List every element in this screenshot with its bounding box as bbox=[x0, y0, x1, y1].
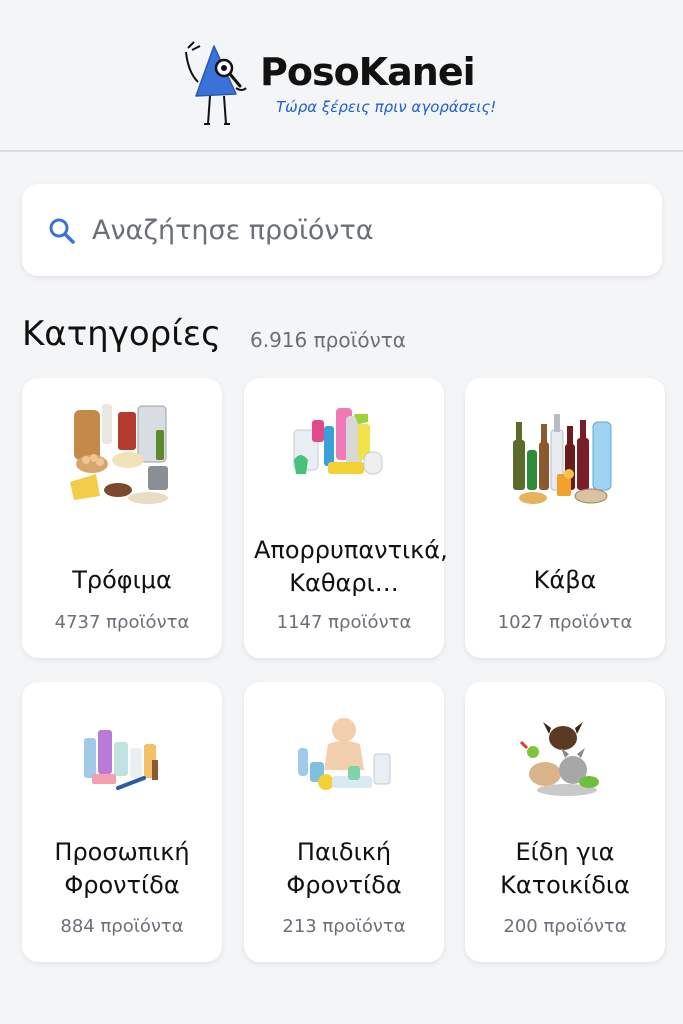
personal-care-image bbox=[84, 730, 158, 790]
category-count: 1147 προϊόντα bbox=[276, 612, 412, 633]
brand-name: PosoKanei bbox=[260, 50, 476, 94]
category-name: Είδη για Κατοικίδια bbox=[500, 838, 630, 899]
category-name: Προσωπική Φροντίδα bbox=[54, 838, 190, 899]
baby-care-image bbox=[298, 718, 391, 790]
categories-title: Κατηγορίες bbox=[22, 314, 222, 354]
brand-tagline: Τώρα ξέρεις πριν αγοράσεις! bbox=[276, 98, 497, 116]
search-bar[interactable] bbox=[22, 184, 662, 276]
brand-logo[interactable]: PosoKanei Τώρα ξέρεις πριν αγοράσεις! bbox=[180, 38, 510, 130]
mascot-magnifier-icon bbox=[185, 41, 247, 125]
search-icon bbox=[49, 218, 75, 244]
category-count: 1027 προϊόντα bbox=[497, 612, 633, 633]
category-card-drinks[interactable]: Κάβα 1027 προϊόντα bbox=[465, 378, 665, 658]
category-card-personal-care[interactable]: Προσωπική Φροντίδα 884 προϊόντα bbox=[22, 682, 222, 962]
app-header: PosoKanei Τώρα ξέρεις πριν αγοράσεις! bbox=[0, 0, 683, 152]
category-name: Απορρυπαντικά, Καθαρι… bbox=[254, 536, 448, 597]
drinks-image bbox=[513, 414, 612, 504]
cleaning-products-image bbox=[293, 408, 383, 475]
category-count: 213 προϊόντα bbox=[282, 916, 406, 937]
pets-image bbox=[519, 722, 599, 796]
category-card-pets[interactable]: Είδη για Κατοικίδια 200 προϊόντα bbox=[465, 682, 665, 962]
category-card-food[interactable]: Τρόφιμα 4737 προϊόντα bbox=[22, 378, 222, 658]
categories-total-count: 6.916 προϊόντα bbox=[250, 328, 406, 352]
category-count: 4737 προϊόντα bbox=[54, 612, 190, 633]
category-count: 884 προϊόντα bbox=[60, 916, 184, 937]
category-name: Παιδική Φροντίδα bbox=[286, 838, 402, 899]
groceries-image bbox=[70, 404, 168, 504]
category-card-cleaning[interactable]: Απορρυπαντικά, Καθαρι… 1147 προϊόντα bbox=[244, 378, 448, 658]
category-name: Τρόφιμα bbox=[72, 566, 172, 594]
category-card-baby-care[interactable]: Παιδική Φροντίδα 213 προϊόντα bbox=[244, 682, 444, 962]
search-input[interactable] bbox=[92, 184, 642, 276]
category-count: 200 προϊόντα bbox=[503, 916, 627, 937]
category-name: Κάβα bbox=[533, 566, 597, 594]
